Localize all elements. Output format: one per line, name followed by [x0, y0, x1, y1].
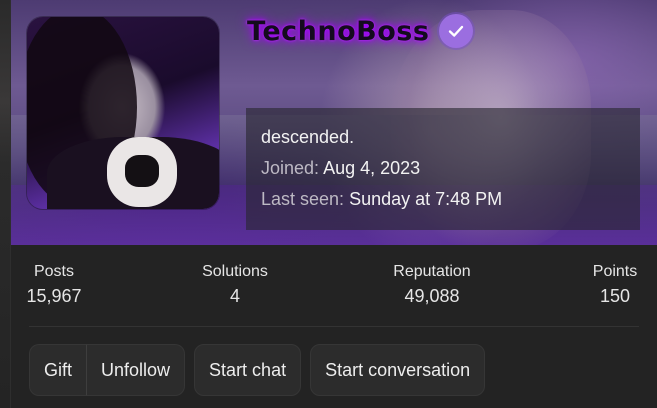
avatar[interactable] — [27, 17, 219, 209]
unfollow-button[interactable]: Unfollow — [87, 344, 186, 396]
stat-points[interactable]: Points 150 — [584, 263, 646, 307]
status-text: descended. — [261, 127, 355, 147]
stat-value: 4 — [229, 286, 240, 306]
divider — [29, 326, 639, 327]
start-conversation-button[interactable]: Start conversation — [310, 344, 486, 396]
avatar-heart-core — [125, 155, 159, 187]
stats-row: Posts 15,967 Solutions 4 Reputation 49,0… — [11, 245, 657, 325]
last-seen-row: Last seen: Sunday at 7:48 PM — [261, 188, 625, 219]
stat-value: 49,088 — [404, 286, 460, 306]
username[interactable]: TechnoBoss — [247, 16, 429, 47]
stat-label: Posts — [33, 263, 74, 280]
stat-value: 15,967 — [26, 286, 82, 306]
profile-info-box: descended. Joined: Aug 4, 2023 Last seen… — [246, 108, 640, 230]
stat-label: Solutions — [202, 263, 268, 280]
joined-row: Joined: Aug 4, 2023 — [261, 157, 625, 188]
check-badge-icon — [439, 14, 474, 48]
username-row: TechnoBoss — [247, 14, 474, 48]
last-seen-value[interactable]: Sunday at 7:48 PM — [349, 189, 502, 209]
joined-label: Joined: — [261, 158, 320, 178]
gift-follow-group: Gift Unfollow — [29, 344, 186, 396]
stat-reputation[interactable]: Reputation 49,088 — [382, 263, 482, 307]
profile-banner: TechnoBoss descended. Joined: Aug 4, 202… — [11, 0, 657, 245]
stat-value: 150 — [599, 286, 631, 306]
stat-label: Reputation — [393, 263, 471, 280]
last-seen-label: Last seen: — [261, 189, 345, 209]
stat-label: Points — [592, 263, 638, 280]
gift-button[interactable]: Gift — [29, 344, 88, 396]
action-buttons: Gift Unfollow Start chat Start conversat… — [29, 344, 486, 396]
member-tooltip-card: TechnoBoss descended. Joined: Aug 4, 202… — [10, 0, 657, 408]
stat-solutions[interactable]: Solutions 4 — [195, 263, 275, 307]
start-chat-button[interactable]: Start chat — [194, 344, 302, 396]
joined-value: Aug 4, 2023 — [323, 158, 421, 178]
stat-posts[interactable]: Posts 15,967 — [26, 263, 82, 307]
